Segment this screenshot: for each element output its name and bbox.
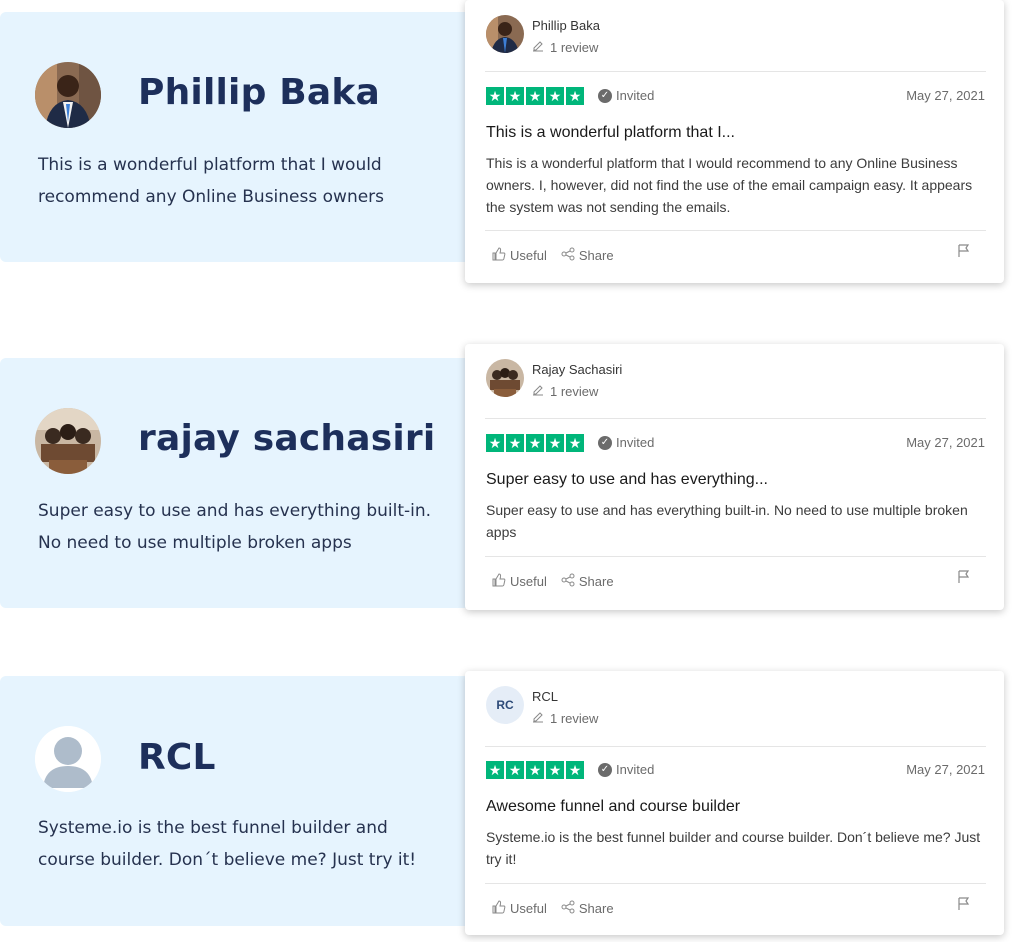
pencil-icon (532, 711, 544, 726)
review-body: Super easy to use and has everything bui… (486, 502, 968, 540)
star-icon: ★ (506, 434, 524, 452)
star-icon: ★ (506, 87, 524, 105)
thumbs-up-icon (492, 900, 506, 917)
review-actions: Useful Share (492, 900, 614, 917)
star-icon: ★ (566, 434, 584, 452)
useful-button[interactable]: Useful (492, 247, 547, 264)
review-card: Rajay Sachasiri 1 review ★ ★ ★ ★ ★ ✓ Inv… (465, 344, 1004, 610)
testimonial-panel (0, 12, 480, 262)
thumbs-up-icon (492, 247, 506, 264)
invited-badge: ✓ Invited (598, 88, 654, 103)
share-button[interactable]: Share (561, 900, 614, 917)
star-icon: ★ (546, 434, 564, 452)
card-reviewer-name[interactable]: Rajay Sachasiri (532, 362, 622, 377)
star-icon: ★ (546, 761, 564, 779)
pencil-icon (532, 384, 544, 399)
divider (485, 883, 986, 884)
flag-icon[interactable] (958, 897, 970, 911)
star-rating: ★ ★ ★ ★ ★ (486, 761, 584, 779)
star-icon: ★ (486, 434, 504, 452)
testimonial-panel (0, 676, 480, 926)
divider (485, 746, 986, 747)
review-body: Systeme.io is the best funnel builder an… (486, 829, 981, 867)
review-actions: Useful Share (492, 573, 614, 590)
divider (485, 71, 986, 72)
star-icon: ★ (546, 87, 564, 105)
review-card: Phillip Baka 1 review ★ ★ ★ ★ ★ ✓ Invite… (465, 0, 1004, 283)
review-actions: Useful Share (492, 247, 614, 264)
review-date: May 27, 2021 (906, 88, 985, 103)
flag-icon[interactable] (958, 570, 970, 584)
avatar-initials: RC (486, 686, 524, 724)
star-rating: ★ ★ ★ ★ ★ (486, 434, 584, 452)
star-icon: ★ (526, 761, 544, 779)
star-icon: ★ (486, 87, 504, 105)
divider (485, 418, 986, 419)
testimonial-quote: Super easy to use and has everything bui… (38, 501, 432, 553)
review-count: 1 review (532, 40, 598, 55)
review-title[interactable]: Super easy to use and has everything... (486, 471, 768, 489)
avatar (35, 726, 101, 792)
useful-button[interactable]: Useful (492, 900, 547, 917)
share-icon (561, 573, 575, 590)
pencil-icon (532, 40, 544, 55)
invited-badge: ✓ Invited (598, 762, 654, 777)
testimonial-panel (0, 358, 480, 608)
check-icon: ✓ (598, 88, 612, 103)
review-card: RC RCL 1 review ★ ★ ★ ★ ★ ✓ Invited May … (465, 671, 1004, 935)
review-date: May 27, 2021 (906, 762, 985, 777)
review-count: 1 review (532, 384, 598, 399)
reviewer-name: RCL (138, 737, 216, 778)
star-icon: ★ (566, 761, 584, 779)
avatar (35, 62, 101, 128)
review-title[interactable]: This is a wonderful platform that I... (486, 124, 735, 142)
check-icon: ✓ (598, 435, 612, 450)
star-rating: ★ ★ ★ ★ ★ (486, 87, 584, 105)
star-icon: ★ (526, 87, 544, 105)
avatar (35, 408, 101, 474)
star-icon: ★ (526, 434, 544, 452)
divider (485, 556, 986, 557)
share-button[interactable]: Share (561, 573, 614, 590)
reviewer-name: rajay sachasiri (138, 418, 436, 459)
avatar (486, 15, 524, 53)
testimonial-quote: Systeme.io is the best funnel builder an… (38, 818, 417, 870)
star-icon: ★ (486, 761, 504, 779)
star-icon: ★ (506, 761, 524, 779)
invited-badge: ✓ Invited (598, 435, 654, 450)
share-icon (561, 900, 575, 917)
share-button[interactable]: Share (561, 247, 614, 264)
review-date: May 27, 2021 (906, 435, 985, 450)
review-body: This is a wonderful platform that I woul… (486, 155, 973, 215)
testimonial-quote: This is a wonderful platform that I woul… (38, 155, 385, 207)
review-count: 1 review (532, 711, 598, 726)
reviewer-name: Phillip Baka (138, 72, 381, 113)
card-reviewer-name[interactable]: RCL (532, 689, 558, 704)
avatar (486, 359, 524, 397)
useful-button[interactable]: Useful (492, 573, 547, 590)
flag-icon[interactable] (958, 244, 970, 258)
check-icon: ✓ (598, 762, 612, 777)
thumbs-up-icon (492, 573, 506, 590)
divider (485, 230, 986, 231)
review-title[interactable]: Awesome funnel and course builder (486, 798, 740, 816)
card-reviewer-name[interactable]: Phillip Baka (532, 18, 600, 33)
share-icon (561, 247, 575, 264)
star-icon: ★ (566, 87, 584, 105)
